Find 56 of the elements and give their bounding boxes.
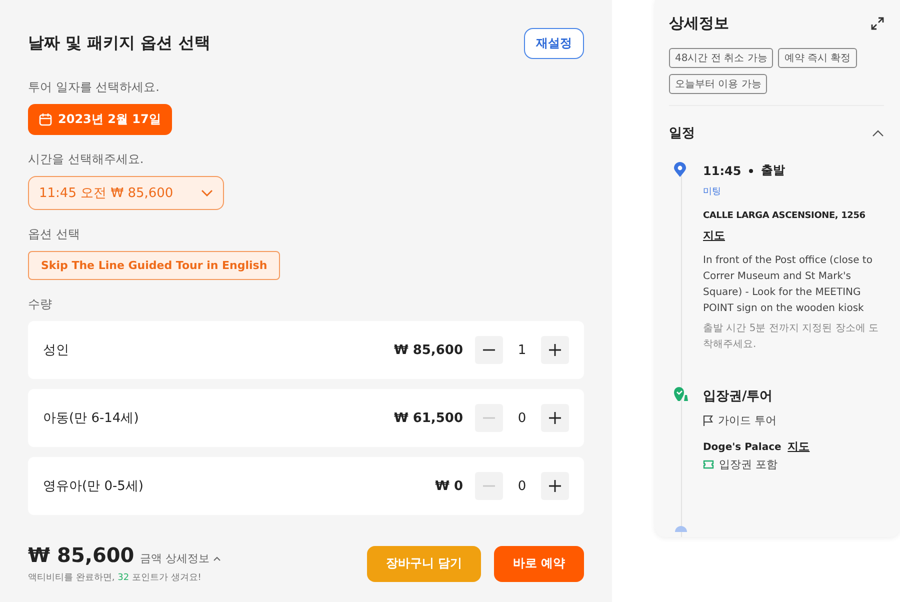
ticket-price: ₩ 61,500 [394,410,463,426]
reset-button[interactable]: 재설정 [524,28,584,59]
separator-dot-icon [749,168,754,172]
itinerary-title: 일정 [669,125,695,142]
ticket-pin-icon [674,387,688,401]
chevron-down-icon [201,189,213,197]
option-chip[interactable]: Skip The Line Guided Tour in English [28,251,280,280]
date-button[interactable]: 2023년 2월 17일 [28,104,172,135]
time-dropdown[interactable]: 11:45 오전 ₩ 85,600 [28,176,224,210]
tour-type: 가이드 투어 [718,413,776,428]
ticket-price: ₩ 85,600 [394,342,463,358]
increase-button[interactable] [541,472,569,500]
map-link[interactable]: 지도 [703,229,725,242]
book-now-button[interactable]: 바로 예약 [494,546,584,582]
ticket-included: 입장권 포함 [719,457,778,472]
stop-title: 입장권/투어 [703,388,774,405]
calendar-icon [39,113,52,126]
flag-icon [703,415,713,426]
option-label: 옵션 선택 [28,226,81,243]
increase-button[interactable] [541,404,569,432]
increase-button[interactable] [541,336,569,364]
plus-icon [549,412,561,424]
chevron-up-icon [212,556,221,561]
location-pin-icon [674,162,686,177]
feature-tag: 예약 즉시 확정 [778,48,857,68]
quantity-value: 1 [516,342,528,358]
map-link[interactable]: 지도 [788,440,810,453]
meeting-tag: 미팅 [703,185,721,198]
expand-icon[interactable] [871,17,884,30]
place-name: Doge's Palace [703,442,782,453]
section-title: 날짜 및 패키지 옵션 선택 [28,33,210,54]
total-price: ₩ 85,600 [28,543,134,567]
arrival-note: 출발 시간 5분 전까지 지정된 장소에 도착해주세요. [703,322,880,352]
stop-title: 출발 [761,162,786,179]
feature-tag: 오늘부터 이용 가능 [669,74,768,94]
date-label: 투어 일자를 선택하세요. [28,79,160,96]
meeting-description: In front of the Post office (close to Correr Museum and St Mark's Square) - Look for the MEETING POINT sign on the wooden kiosk [703,254,874,316]
ticket-icon [703,460,714,469]
feature-tag: 48시간 전 취소 가능 [669,48,774,68]
quantity-value: 0 [516,478,528,494]
ticket-price: ₩ 0 [435,478,463,494]
time-label: 시간을 선택해주세요. [28,151,145,168]
add-to-cart-button[interactable]: 장바구니 담기 [367,546,481,582]
quantity-value: 0 [516,410,528,426]
ticket-type: 영유아(만 0-5세) [43,478,145,495]
meeting-address: CALLE LARGA ASCENSIONE, 1256 [703,210,866,223]
ticket-type: 성인 [43,342,70,359]
chevron-up-icon[interactable] [872,130,884,136]
price-details-link[interactable]: 금액 상세정보 [140,551,221,566]
points-note: 액티비티를 완료하면, 32 포인트가 생겨요! [28,572,202,584]
quantity-label: 수량 [28,296,53,313]
plus-icon [549,480,561,492]
ticket-type: 아동(만 6-14세) [43,410,140,427]
plus-icon [549,344,561,356]
details-title: 상세정보 [669,14,729,33]
departure-time: 11:45 [703,164,742,178]
